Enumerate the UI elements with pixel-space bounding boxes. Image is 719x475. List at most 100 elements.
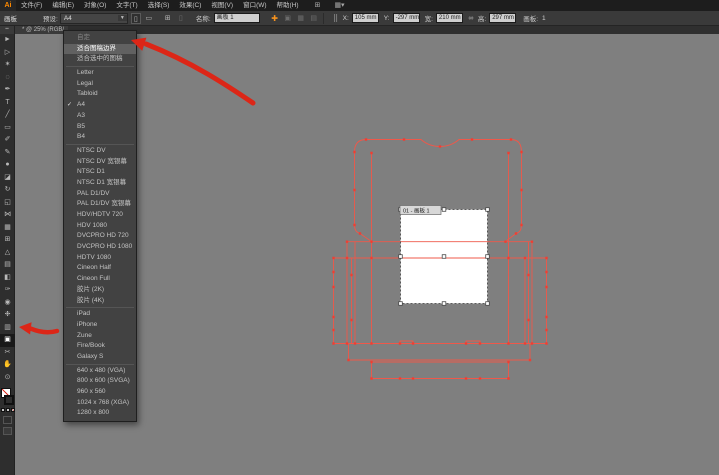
preset-option[interactable]: PAL D1/DV xyxy=(64,189,136,200)
preset-option[interactable]: 960 x 560 xyxy=(64,387,136,398)
drawing-mode-button[interactable] xyxy=(3,416,12,424)
zoom-tool[interactable]: ⊙ xyxy=(0,372,15,385)
app-logo: Ai xyxy=(0,0,16,11)
menu-item-select[interactable]: 选择(S) xyxy=(143,0,175,11)
slice-tool[interactable]: ✂ xyxy=(0,347,15,360)
chevron-down-icon[interactable]: ▼ xyxy=(118,15,127,21)
artboard-tool[interactable]: ▣ xyxy=(0,334,15,347)
blob-brush-tool[interactable]: ● xyxy=(0,159,15,172)
workspace-switcher-icon[interactable]: ▦▾ xyxy=(331,0,347,11)
preset-option[interactable]: B4 xyxy=(64,132,136,143)
reference-point-icon[interactable]: ⣿ xyxy=(331,13,341,24)
menu-item-effect[interactable]: 效果(C) xyxy=(174,0,206,11)
eyedropper-tool[interactable]: ✑ xyxy=(0,284,15,297)
artboard-name-input[interactable]: 画板 1 xyxy=(214,13,260,23)
preset-option[interactable]: Legal xyxy=(64,79,136,90)
menu-item-help[interactable]: 帮助(H) xyxy=(272,0,304,11)
artboard-option-icon-3[interactable]: ▤ xyxy=(309,13,319,24)
pencil-tool[interactable]: ✎ xyxy=(0,147,15,160)
shape-builder-tool[interactable]: ⊞ xyxy=(0,234,15,247)
type-tool[interactable]: T xyxy=(0,97,15,110)
width-tool[interactable]: ⋈ xyxy=(0,209,15,222)
preset-option-fit-artwork-bounds[interactable]: 适合图稿边界 xyxy=(64,44,136,55)
preset-option[interactable]: Letter xyxy=(64,68,136,79)
move-artwork-toggle[interactable]: ✚ xyxy=(270,13,280,24)
preset-option[interactable]: Galaxy S xyxy=(64,352,136,363)
x-input[interactable]: 105 mm xyxy=(352,13,379,23)
height-label: 高: xyxy=(478,13,486,23)
preset-option[interactable]: Tabloid xyxy=(64,89,136,100)
preset-option[interactable]: 适合选中的图稿 xyxy=(64,54,136,65)
preset-option[interactable]: HDV/HDTV 720 xyxy=(64,210,136,221)
new-artboard-button[interactable]: ⊞ xyxy=(163,13,173,24)
free-transform-tool[interactable]: ▦ xyxy=(0,222,15,235)
preset-option[interactable]: PAL D1/DV 宽银幕 xyxy=(64,199,136,210)
rectangle-tool[interactable]: ▭ xyxy=(0,122,15,135)
preset-option[interactable]: 800 x 600 (SVGA) xyxy=(64,376,136,387)
menu-item-file[interactable]: 文件(F) xyxy=(16,0,47,11)
preset-option[interactable]: iPhone xyxy=(64,320,136,331)
direct-selection-tool[interactable]: ▷ xyxy=(0,47,15,60)
preset-option[interactable]: 1280 x 800 xyxy=(64,408,136,419)
gradient-button[interactable] xyxy=(6,408,10,412)
preset-option[interactable]: B5 xyxy=(64,122,136,133)
preset-option[interactable]: 1024 x 768 (XGA) xyxy=(64,398,136,409)
preset-option[interactable]: iPad xyxy=(64,309,136,320)
none-button[interactable] xyxy=(11,408,15,412)
preset-combobox[interactable]: A4 ▼ xyxy=(60,13,128,24)
lasso-tool[interactable]: ◌ xyxy=(0,72,15,85)
preset-option[interactable]: NTSC DV 宽银幕 xyxy=(64,157,136,168)
mesh-tool[interactable]: ▤ xyxy=(0,259,15,272)
preset-option[interactable]: NTSC DV xyxy=(64,146,136,157)
preset-option[interactable]: DVCPRO HD 1080 xyxy=(64,242,136,253)
selection-tool[interactable]: ► xyxy=(0,34,15,47)
stroke-swatch[interactable] xyxy=(4,395,14,405)
preset-option[interactable]: 胶片 (2K) xyxy=(64,285,136,296)
scale-tool[interactable]: ◱ xyxy=(0,197,15,210)
toolbar-collapse-handle[interactable]: ▪▪ xyxy=(0,26,14,34)
preset-option[interactable]: 胶片 (4K) xyxy=(64,296,136,307)
menu-item-view[interactable]: 视图(V) xyxy=(206,0,238,11)
menu-item-object[interactable]: 对象(O) xyxy=(79,0,111,11)
document-tab[interactable]: * @ 25% (RGB/ xyxy=(15,26,68,34)
magic-wand-tool[interactable]: ✶ xyxy=(0,59,15,72)
rotate-tool[interactable]: ↻ xyxy=(0,184,15,197)
preset-option[interactable]: HDTV 1080 xyxy=(64,253,136,264)
preset-option[interactable]: Zune xyxy=(64,331,136,342)
y-input[interactable]: -297 mm xyxy=(393,13,420,23)
preset-option[interactable]: HDV 1080 xyxy=(64,221,136,232)
preset-option[interactable]: Cineon Full xyxy=(64,274,136,285)
landscape-orientation-button[interactable]: ▭ xyxy=(144,13,154,24)
arrange-documents-icon[interactable]: ⊞ xyxy=(312,0,324,11)
symbol-sprayer-tool[interactable]: ❉ xyxy=(0,309,15,322)
link-dimensions-icon[interactable]: ∞ xyxy=(466,13,476,24)
preset-option[interactable]: NTSC D1 xyxy=(64,167,136,178)
menu-item-type[interactable]: 文字(T) xyxy=(111,0,142,11)
line-tool[interactable]: ╱ xyxy=(0,109,15,122)
pen-tool[interactable]: ✒ xyxy=(0,84,15,97)
preset-option[interactable]: NTSC D1 宽银幕 xyxy=(64,178,136,189)
screen-mode-button[interactable] xyxy=(3,427,12,435)
preset-option[interactable]: A3 xyxy=(64,111,136,122)
preset-option[interactable]: Fire/Book xyxy=(64,341,136,352)
artboard-option-icon-2[interactable]: ▦ xyxy=(296,13,306,24)
gradient-tool[interactable]: ◧ xyxy=(0,272,15,285)
preset-option-a4[interactable]: ✓A4 xyxy=(64,100,136,111)
preset-option[interactable]: 640 x 480 (VGA) xyxy=(64,366,136,377)
column-graph-tool[interactable]: ▥ xyxy=(0,322,15,335)
width-input[interactable]: 210 mm xyxy=(436,13,463,23)
eraser-tool[interactable]: ◪ xyxy=(0,172,15,185)
height-input[interactable]: 297 mm xyxy=(489,13,516,23)
color-button[interactable] xyxy=(1,408,5,412)
artboard-option-icon-1[interactable]: ▣ xyxy=(283,13,293,24)
portrait-orientation-button[interactable]: ▯ xyxy=(131,13,141,24)
menu-item-window[interactable]: 窗口(W) xyxy=(238,0,271,11)
delete-artboard-button[interactable]: ▯ xyxy=(176,13,186,24)
hand-tool[interactable]: ✋ xyxy=(0,359,15,372)
blend-tool[interactable]: ◉ xyxy=(0,297,15,310)
menu-item-edit[interactable]: 编辑(E) xyxy=(47,0,79,11)
paintbrush-tool[interactable]: ✐ xyxy=(0,134,15,147)
preset-option[interactable]: Cineon Half xyxy=(64,263,136,274)
preset-option[interactable]: DVCPRO HD 720 xyxy=(64,231,136,242)
perspective-grid-tool[interactable]: △ xyxy=(0,247,15,260)
